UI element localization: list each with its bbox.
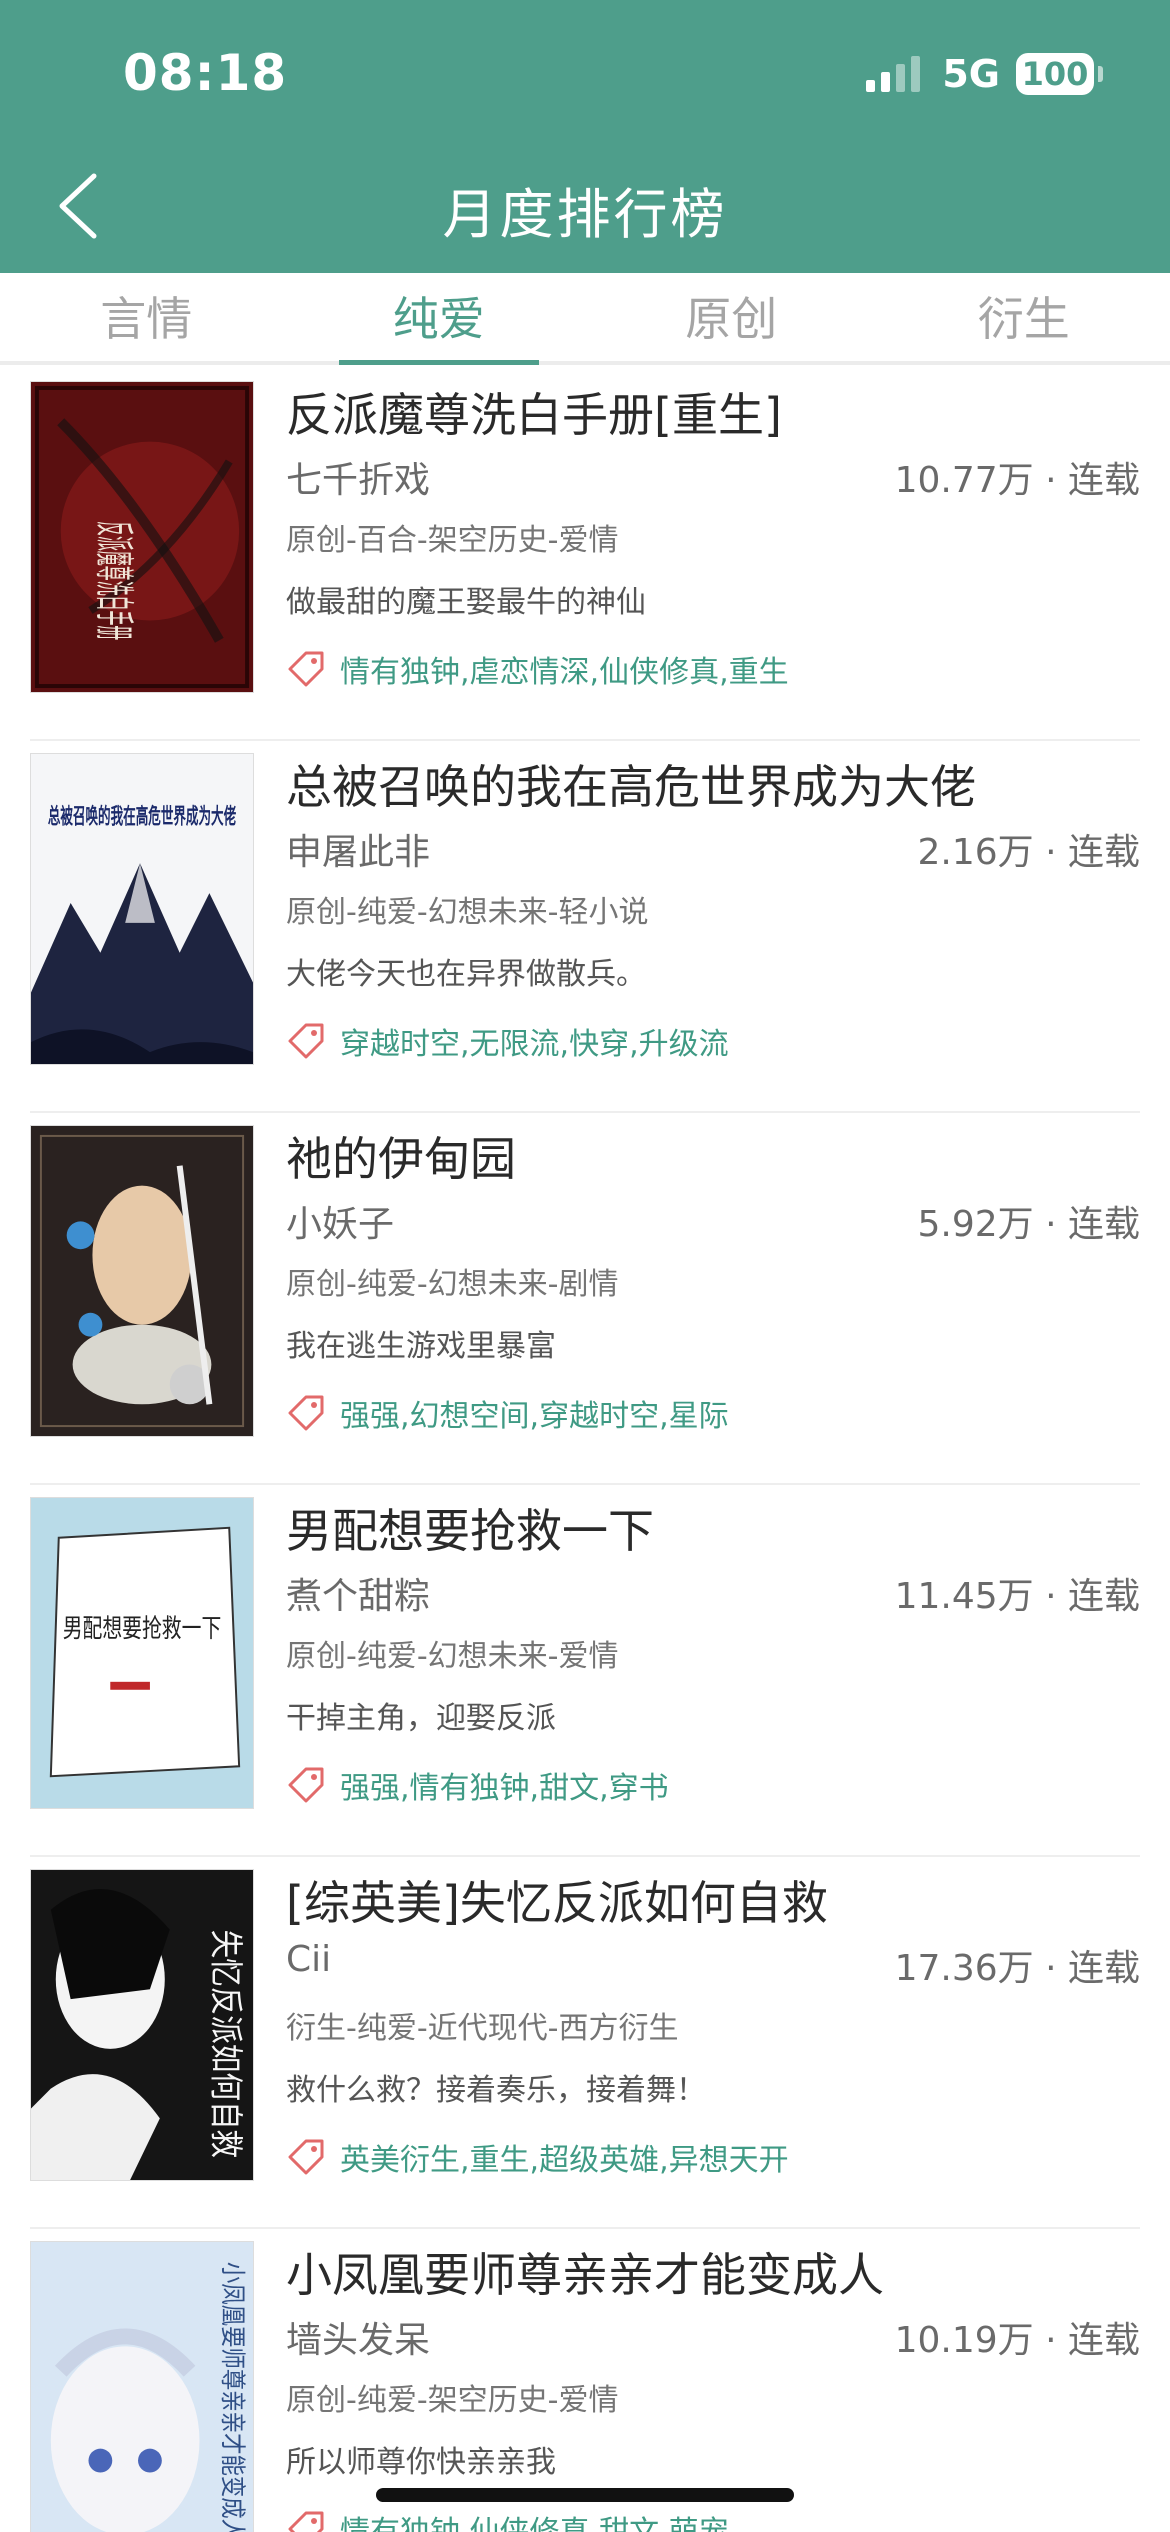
status-time: 08:18	[123, 44, 288, 102]
book-author[interactable]: 小妖子	[286, 1195, 394, 1247]
tag-icon	[288, 1023, 324, 1059]
cover-title: 总被召唤的我在高危世界成为大佬	[48, 804, 236, 830]
book-tags: 穿越时空,无限流,快穿,升级流	[286, 1019, 729, 1063]
book-author[interactable]: 申屠此非	[286, 823, 430, 875]
book-desc: 大佬今天也在异界做散兵。	[286, 957, 646, 992]
tag-icon	[288, 2139, 324, 2175]
book-item[interactable]: 祂的伊甸园 小妖子 5.92万 · 连载 原创-纯爱-幻想未来-剧情 我在逃生游…	[30, 1113, 1140, 1485]
book-desc: 我在逃生游戏里暴富	[286, 1329, 556, 1364]
book-item[interactable]: 小凤凰要师尊亲亲才能变成人 小凤凰要师尊亲亲才能变成人 墙头发呆 10.19万 …	[30, 2229, 1140, 2532]
network-type: 5G	[942, 52, 1000, 96]
book-title[interactable]: 反派魔尊洗白手册[重生]	[286, 379, 782, 445]
tag-list[interactable]: 情有独钟,仙侠修真,甜文,萌宠	[340, 2507, 729, 2532]
book-genre: 原创-纯爱-架空历史-爱情	[286, 2383, 619, 2418]
book-stats: 10.19万 · 连载	[894, 2320, 1140, 2361]
book-tags: 情有独钟,仙侠修真,甜文,萌宠	[286, 2507, 729, 2532]
book-tags: 情有独钟,虐恋情深,仙侠修真,重生	[286, 647, 789, 691]
book-desc: 所以师尊你快亲亲我	[286, 2445, 556, 2480]
cover-art-mountains: 总被召唤的我在高危世界成为大佬	[31, 754, 253, 1064]
tag-list[interactable]: 情有独钟,虐恋情深,仙侠修真,重生	[340, 647, 789, 691]
cover-title: 小凤凰要师尊亲亲才能变成人	[217, 2262, 247, 2532]
book-author[interactable]: 墙头发呆	[286, 2311, 430, 2363]
book-genre: 原创-纯爱-幻想未来-爱情	[286, 1639, 619, 1674]
cover-art-phoenix: 小凤凰要师尊亲亲才能变成人	[31, 2242, 253, 2532]
book-list: 反派魔尊洗白手册 反派魔尊洗白手册[重生] 七千折戏 10.77万 · 连载 原…	[0, 369, 1170, 2532]
book-genre: 原创-纯爱-幻想未来-轻小说	[286, 895, 649, 930]
tag-icon	[288, 651, 324, 687]
cover-title: 失忆反派如何自救	[206, 1930, 245, 2159]
book-cover[interactable]: 小凤凰要师尊亲亲才能变成人	[30, 2241, 254, 2532]
book-desc: 干掉主角，迎娶反派	[286, 1701, 556, 1736]
book-genre: 原创-纯爱-幻想未来-剧情	[286, 1267, 619, 1302]
book-stats: 2.16万 · 连载	[917, 832, 1141, 873]
book-cover[interactable]: 男配想要抢救一下	[30, 1497, 254, 1809]
cover-title: 男配想要抢救一下	[63, 1614, 222, 1644]
tab-yanqing[interactable]: 言情	[0, 273, 293, 361]
book-genre: 原创-百合-架空历史-爱情	[286, 523, 619, 558]
tag-list[interactable]: 强强,情有独钟,甜文,穿书	[340, 1763, 669, 1807]
cover-art-paper: 男配想要抢救一下	[31, 1498, 253, 1808]
cover-art-dark-red: 反派魔尊洗白手册	[31, 382, 253, 692]
book-stats: 10.77万 · 连载	[894, 460, 1140, 501]
book-item[interactable]: 失忆反派如何自救 [综英美]失忆反派如何自救 Cii 17.36万 · 连载 衍…	[30, 1857, 1140, 2229]
book-cover[interactable]: 失忆反派如何自救	[30, 1869, 254, 2181]
tag-list[interactable]: 强强,幻想空间,穿越时空,星际	[340, 1391, 729, 1435]
cover-art-eden	[31, 1126, 253, 1436]
tab-yansheng[interactable]: 衍生	[878, 273, 1170, 361]
book-author[interactable]: 七千折戏	[286, 451, 430, 503]
tag-icon	[288, 1767, 324, 1803]
book-title[interactable]: 男配想要抢救一下	[286, 1495, 654, 1561]
tag-list[interactable]: 英美衍生,重生,超级英雄,异想天开	[340, 2135, 789, 2179]
tag-list[interactable]: 穿越时空,无限流,快穿,升级流	[340, 1019, 729, 1063]
status-icons: 5G 100	[866, 52, 1103, 96]
home-indicator[interactable]	[376, 2488, 794, 2502]
signal-icon	[866, 56, 921, 92]
tag-icon	[288, 2511, 324, 2532]
book-desc: 救什么救？接着奏乐，接着舞！	[286, 2073, 706, 2108]
header: 08:18 5G 100 月度排行榜	[0, 0, 1170, 273]
app-root: 08:18 5G 100 月度排行榜 言情 纯爱 原创 衍生 反派魔尊洗白手册 …	[0, 0, 1170, 2532]
tab-yuanchuang[interactable]: 原创	[585, 273, 878, 361]
book-author[interactable]: Cii	[286, 1939, 331, 1980]
book-item[interactable]: 总被召唤的我在高危世界成为大佬 总被召唤的我在高危世界成为大佬 申屠此非 2.1…	[30, 741, 1140, 1113]
book-title[interactable]: 祂的伊甸园	[286, 1123, 516, 1189]
book-genre: 衍生-纯爱-近代现代-西方衍生	[286, 2011, 679, 2046]
tab-chunai[interactable]: 纯爱	[293, 273, 586, 365]
cover-art-bw: 失忆反派如何自救	[31, 1870, 253, 2180]
book-title[interactable]: [综英美]失忆反派如何自救	[286, 1867, 828, 1933]
book-item[interactable]: 男配想要抢救一下 男配想要抢救一下 煮个甜粽 11.45万 · 连载 原创-纯爱…	[30, 1485, 1140, 1857]
book-author[interactable]: 煮个甜粽	[286, 1567, 430, 1619]
book-cover[interactable]: 反派魔尊洗白手册	[30, 381, 254, 693]
book-stats: 11.45万 · 连载	[894, 1576, 1140, 1617]
book-stats: 17.36万 · 连载	[894, 1948, 1140, 1989]
book-title[interactable]: 小凤凰要师尊亲亲才能变成人	[286, 2239, 884, 2305]
book-cover[interactable]: 总被召唤的我在高危世界成为大佬	[30, 753, 254, 1065]
category-tabs: 言情 纯爱 原创 衍生	[0, 273, 1170, 365]
book-desc: 做最甜的魔王娶最牛的神仙	[286, 585, 646, 620]
book-stats: 5.92万 · 连载	[917, 1204, 1141, 1245]
battery-icon: 100	[1016, 53, 1103, 95]
book-tags: 强强,幻想空间,穿越时空,星际	[286, 1391, 729, 1435]
book-title[interactable]: 总被召唤的我在高危世界成为大佬	[286, 751, 976, 817]
book-cover[interactable]	[30, 1125, 254, 1437]
page-title: 月度排行榜	[442, 183, 728, 246]
book-tags: 英美衍生,重生,超级英雄,异想天开	[286, 2135, 789, 2179]
book-tags: 强强,情有独钟,甜文,穿书	[286, 1763, 669, 1807]
tag-icon	[288, 1395, 324, 1431]
cover-title: 反派魔尊洗白手册	[90, 521, 136, 640]
book-item[interactable]: 反派魔尊洗白手册 反派魔尊洗白手册[重生] 七千折戏 10.77万 · 连载 原…	[30, 369, 1140, 741]
